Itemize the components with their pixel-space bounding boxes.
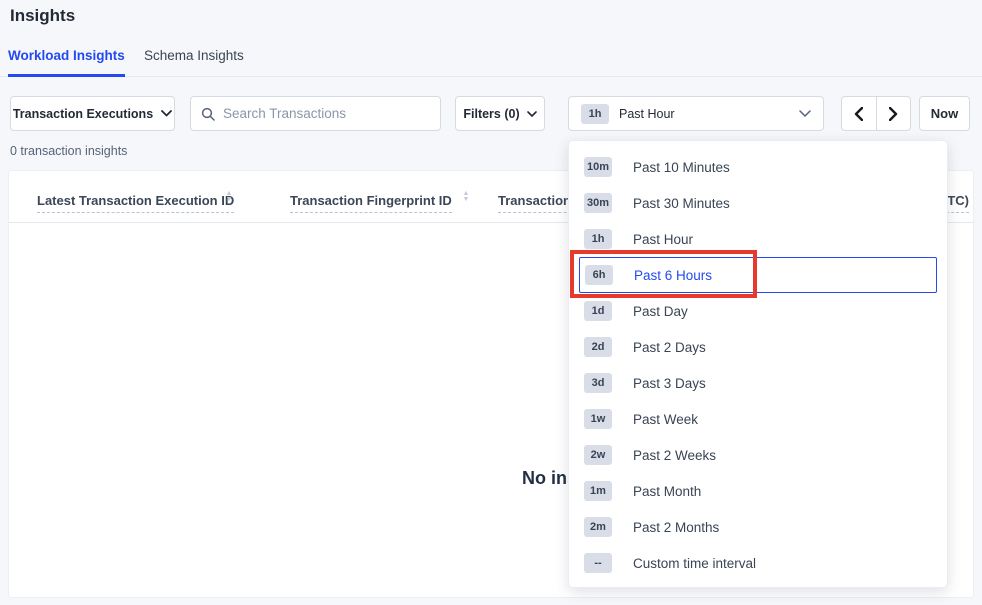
option-label: Past 30 Minutes [633,196,730,211]
dropdown-option-past-week[interactable]: 1w Past Week [569,401,947,437]
chevron-down-icon [161,110,172,117]
next-interval-button[interactable] [877,97,911,130]
search-transactions-input[interactable] [223,106,430,121]
option-badge: 3d [584,373,612,393]
search-transactions-box[interactable] [190,96,441,131]
option-badge: -- [584,553,612,573]
chevron-down-icon [799,110,811,117]
option-label: Past Day [633,304,688,319]
search-icon [201,107,215,121]
dropdown-option-past-2-days[interactable]: 2d Past 2 Days [569,329,947,365]
option-label: Past 3 Days [633,376,706,391]
option-label: Past 2 Months [633,520,719,535]
option-label: Past Month [633,484,701,499]
option-label: Custom time interval [633,556,756,571]
option-label: Past Week [633,412,698,427]
option-label: Past Hour [633,232,693,247]
tab-schema-label: Schema Insights [144,48,244,63]
option-badge: 1d [584,301,612,321]
tab-workload-insights[interactable]: Workload Insights [8,48,125,63]
time-interval-badge: 1h [581,104,609,124]
chevron-down-icon [527,111,537,117]
filters-button[interactable]: Filters (0) [455,96,545,131]
insights-count-text: 0 transaction insights [10,144,127,158]
time-interval-select[interactable]: 1h Past Hour [568,96,824,131]
option-badge: 6h [585,265,613,285]
option-badge: 2w [584,445,612,465]
dropdown-option-custom-time-interval[interactable]: -- Custom time interval [569,545,947,581]
option-badge: 2d [584,337,612,357]
column-header-latest-txn-execution-id[interactable]: Latest Transaction Execution ID [37,193,234,213]
dropdown-option-past-2-months[interactable]: 2m Past 2 Months [569,509,947,545]
dropdown-option-past-10-minutes[interactable]: 10m Past 10 Minutes [569,149,947,185]
dropdown-option-past-2-weeks[interactable]: 2w Past 2 Weeks [569,437,947,473]
option-badge: 2m [584,517,612,537]
time-range-stepper [841,96,911,131]
filters-label: Filters (0) [463,107,519,121]
dropdown-option-past-month[interactable]: 1m Past Month [569,473,947,509]
option-label: Past 10 Minutes [633,160,730,175]
dropdown-option-past-6-hours[interactable]: 6h Past 6 Hours [579,257,937,293]
option-badge: 1w [584,409,612,429]
previous-interval-button[interactable] [842,97,877,130]
page-title: Insights [10,6,75,26]
time-interval-value: Past Hour [619,107,675,121]
chevron-right-icon [889,107,898,121]
option-label: Past 2 Weeks [633,448,716,463]
option-badge: 1m [584,481,612,501]
column-header-txn-fingerprint-id[interactable]: Transaction Fingerprint ID [290,193,452,213]
option-badge: 10m [584,157,612,177]
active-tab-underline [8,74,125,77]
dropdown-option-past-day[interactable]: 1d Past Day [569,293,947,329]
tab-schema-insights[interactable]: Schema Insights [144,48,244,63]
dropdown-option-past-3-days[interactable]: 3d Past 3 Days [569,365,947,401]
time-interval-dropdown: 10m Past 10 Minutes 30m Past 30 Minutes … [568,140,948,588]
transaction-type-select[interactable]: Transaction Executions [10,96,175,131]
option-label: Past 2 Days [633,340,706,355]
now-label: Now [931,106,958,121]
sort-icon[interactable]: ▲▼ [224,191,234,203]
option-badge: 1h [584,229,612,249]
insights-page: Insights Workload Insights Schema Insigh… [0,0,982,605]
transaction-type-label: Transaction Executions [13,107,153,121]
now-button[interactable]: Now [919,96,970,131]
option-label: Past 6 Hours [634,268,712,283]
option-badge: 30m [584,193,612,213]
chevron-left-icon [854,107,863,121]
dropdown-option-past-30-minutes[interactable]: 30m Past 30 Minutes [569,185,947,221]
dropdown-option-past-hour[interactable]: 1h Past Hour [569,221,947,257]
tab-bar: Workload Insights Schema Insights [0,44,982,77]
tab-workload-label: Workload Insights [8,48,125,63]
sort-icon[interactable]: ▲▼ [461,191,471,203]
